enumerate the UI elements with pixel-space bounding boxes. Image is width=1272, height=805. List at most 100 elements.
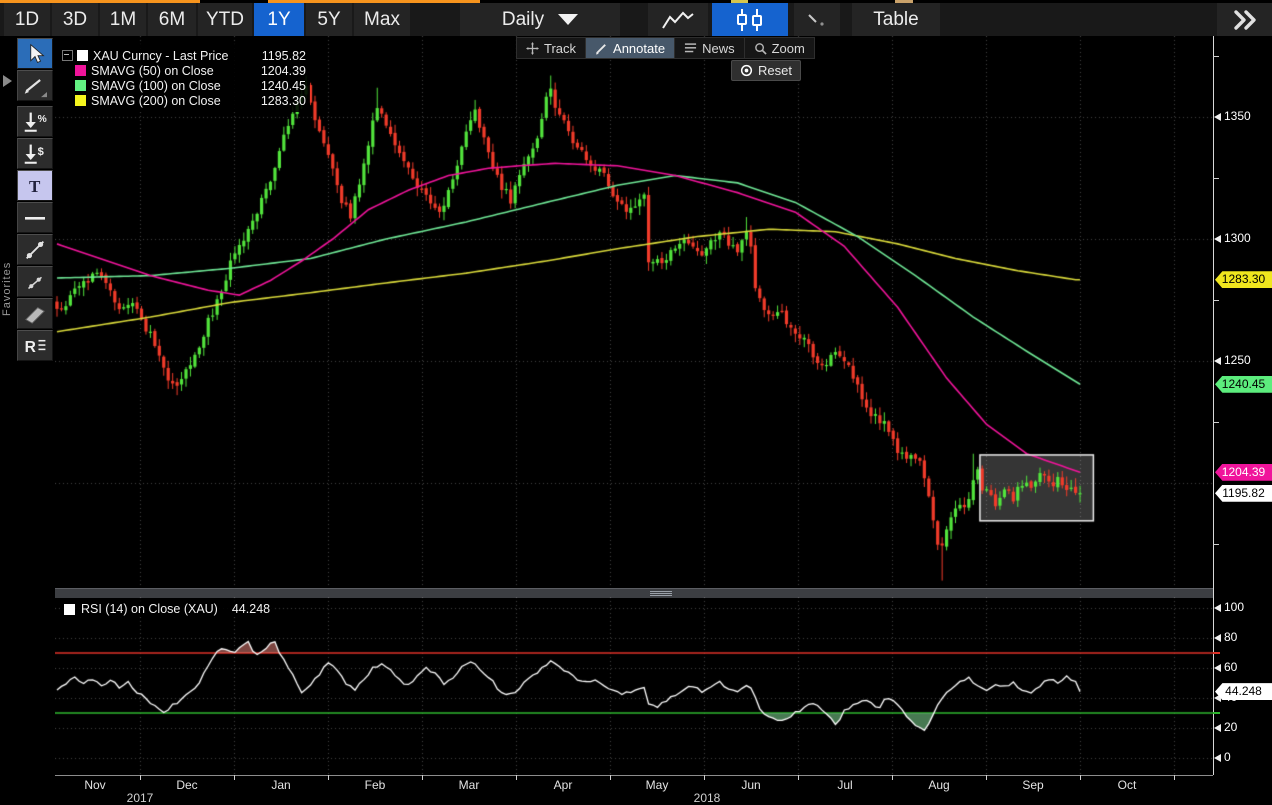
price-badge: 1283.30 <box>1215 271 1272 288</box>
rsi-value: 44.248 <box>232 602 270 616</box>
line-chart-type-button[interactable] <box>648 3 708 36</box>
rsi-panel-chart[interactable] <box>55 597 1213 775</box>
reset-button[interactable]: Reset <box>731 60 801 81</box>
rsi-badge: 44.248 <box>1215 683 1272 700</box>
rsi-tick-label: 80 <box>1224 630 1237 644</box>
arrow-down-percent-icon: % <box>22 110 48 134</box>
price-tick-arrow <box>1214 235 1221 243</box>
period-button-ytd[interactable]: YTD <box>198 3 252 36</box>
tool-short-trend-line[interactable] <box>17 266 53 297</box>
rsi-oversold-tick <box>1213 712 1220 714</box>
period-button-1d[interactable]: 1D <box>4 3 50 36</box>
collapse-tree-icon[interactable] <box>62 50 73 61</box>
period-button-6m[interactable]: 6M <box>148 3 196 36</box>
collapse-arrow-icon[interactable] <box>3 75 12 87</box>
mini-draw-icon <box>805 11 829 29</box>
series-swatch <box>75 65 86 76</box>
price-minor-tick <box>1213 56 1219 57</box>
time-axis-line <box>55 775 1213 776</box>
crosshair-move-icon <box>526 42 539 55</box>
tool-measure-percent[interactable]: % <box>17 106 53 137</box>
year-label: 2017 <box>127 791 154 805</box>
month-boundary-tick <box>610 775 611 780</box>
series-label: XAU Curncy - Last Price <box>93 49 252 63</box>
cursor-icon <box>24 43 46 65</box>
bloomberg-chart-screen: 1D 3D 1M 6M YTD 1Y 5Y Max Daily <box>0 0 1272 805</box>
rsi-tick-arrow <box>1214 604 1221 612</box>
pencil-icon <box>595 42 608 55</box>
tool-draw-line[interactable] <box>17 70 53 101</box>
candle-chart-type-button[interactable] <box>712 3 788 36</box>
channel-icon <box>22 302 48 326</box>
tool-channel[interactable] <box>17 298 53 329</box>
price-tick-arrow <box>1214 357 1221 365</box>
divider-grip-handle[interactable] <box>650 591 672 596</box>
series-swatch <box>77 50 88 61</box>
tool-measure-dollar[interactable]: $ <box>17 138 53 169</box>
main-candlestick-chart[interactable] <box>55 36 1213 588</box>
month-label: Jan <box>271 778 290 792</box>
series-swatch <box>75 95 86 106</box>
series-value: 1283.30 <box>252 94 306 108</box>
regression-icon: R <box>22 334 48 358</box>
annotation-mini-button[interactable] <box>794 3 840 36</box>
month-label: Oct <box>1118 778 1137 792</box>
table-button[interactable]: Table <box>852 3 940 36</box>
zoom-label: Zoom <box>772 41 805 56</box>
reset-label: Reset <box>758 63 792 78</box>
month-boundary-tick <box>986 775 987 780</box>
tool-regression[interactable]: R <box>17 330 53 361</box>
rsi-tick-label: 60 <box>1224 660 1237 674</box>
rsi-tick-arrow <box>1214 724 1221 732</box>
month-boundary-tick <box>328 775 329 780</box>
rsi-tick-label: 20 <box>1224 720 1237 734</box>
month-label: May <box>646 778 669 792</box>
month-label: Dec <box>176 778 197 792</box>
tool-text[interactable]: T <box>17 170 53 201</box>
period-button-max[interactable]: Max <box>354 3 410 36</box>
annotate-button-active[interactable]: Annotate <box>586 38 675 58</box>
rsi-tick-label: 0 <box>1224 750 1231 764</box>
candlestick-icon <box>730 7 770 33</box>
news-button[interactable]: News <box>675 38 745 58</box>
series-value: 1204.39 <box>252 64 306 78</box>
month-label: Mar <box>459 778 480 792</box>
track-label: Track <box>544 41 576 56</box>
period-button-5y[interactable]: 5Y <box>306 3 352 36</box>
price-badge: 1195.82 <box>1215 485 1272 502</box>
month-boundary-tick <box>234 775 235 780</box>
legend-row[interactable]: SMAVG (50) on Close 1204.39 <box>60 63 306 78</box>
month-label: Jul <box>837 778 852 792</box>
news-label: News <box>702 41 735 56</box>
series-legend: XAU Curncy - Last Price 1195.82 SMAVG (5… <box>58 44 310 112</box>
rsi-label: RSI (14) on Close (XAU) <box>81 602 218 616</box>
series-swatch <box>64 604 75 615</box>
rsi-overbought-tick <box>1213 652 1220 654</box>
tool-trend-line[interactable] <box>17 234 53 265</box>
expand-panel-button[interactable] <box>1217 3 1272 36</box>
tool-cursor[interactable] <box>17 38 53 69</box>
period-button-1m[interactable]: 1M <box>100 3 146 36</box>
month-boundary-tick <box>1174 775 1175 780</box>
series-swatch <box>75 80 86 91</box>
month-label: Feb <box>365 778 386 792</box>
svg-text:T: T <box>29 177 41 196</box>
rsi-tick-label: 100 <box>1224 600 1244 614</box>
month-boundary-tick <box>422 775 423 780</box>
rsi-legend[interactable]: RSI (14) on Close (XAU) 44.248 <box>60 601 274 617</box>
period-button-3d[interactable]: 3D <box>52 3 98 36</box>
month-label: Aug <box>928 778 949 792</box>
zoom-button[interactable]: Zoom <box>745 38 814 58</box>
legend-row[interactable]: XAU Curncy - Last Price 1195.82 <box>60 48 306 63</box>
month-boundary-tick <box>516 775 517 780</box>
series-value: 1195.82 <box>252 49 306 63</box>
legend-row[interactable]: SMAVG (200) on Close 1283.30 <box>60 93 306 108</box>
series-label: SMAVG (50) on Close <box>91 64 252 78</box>
favorites-label[interactable]: Favorites <box>1 224 17 354</box>
period-button-1y-selected[interactable]: 1Y <box>254 3 304 36</box>
track-button[interactable]: Track <box>517 38 586 58</box>
legend-row[interactable]: SMAVG (100) on Close 1240.45 <box>60 78 306 93</box>
tool-horizontal-line[interactable] <box>17 202 53 233</box>
line-chart-icon <box>660 9 696 31</box>
frequency-dropdown[interactable]: Daily <box>460 3 620 36</box>
